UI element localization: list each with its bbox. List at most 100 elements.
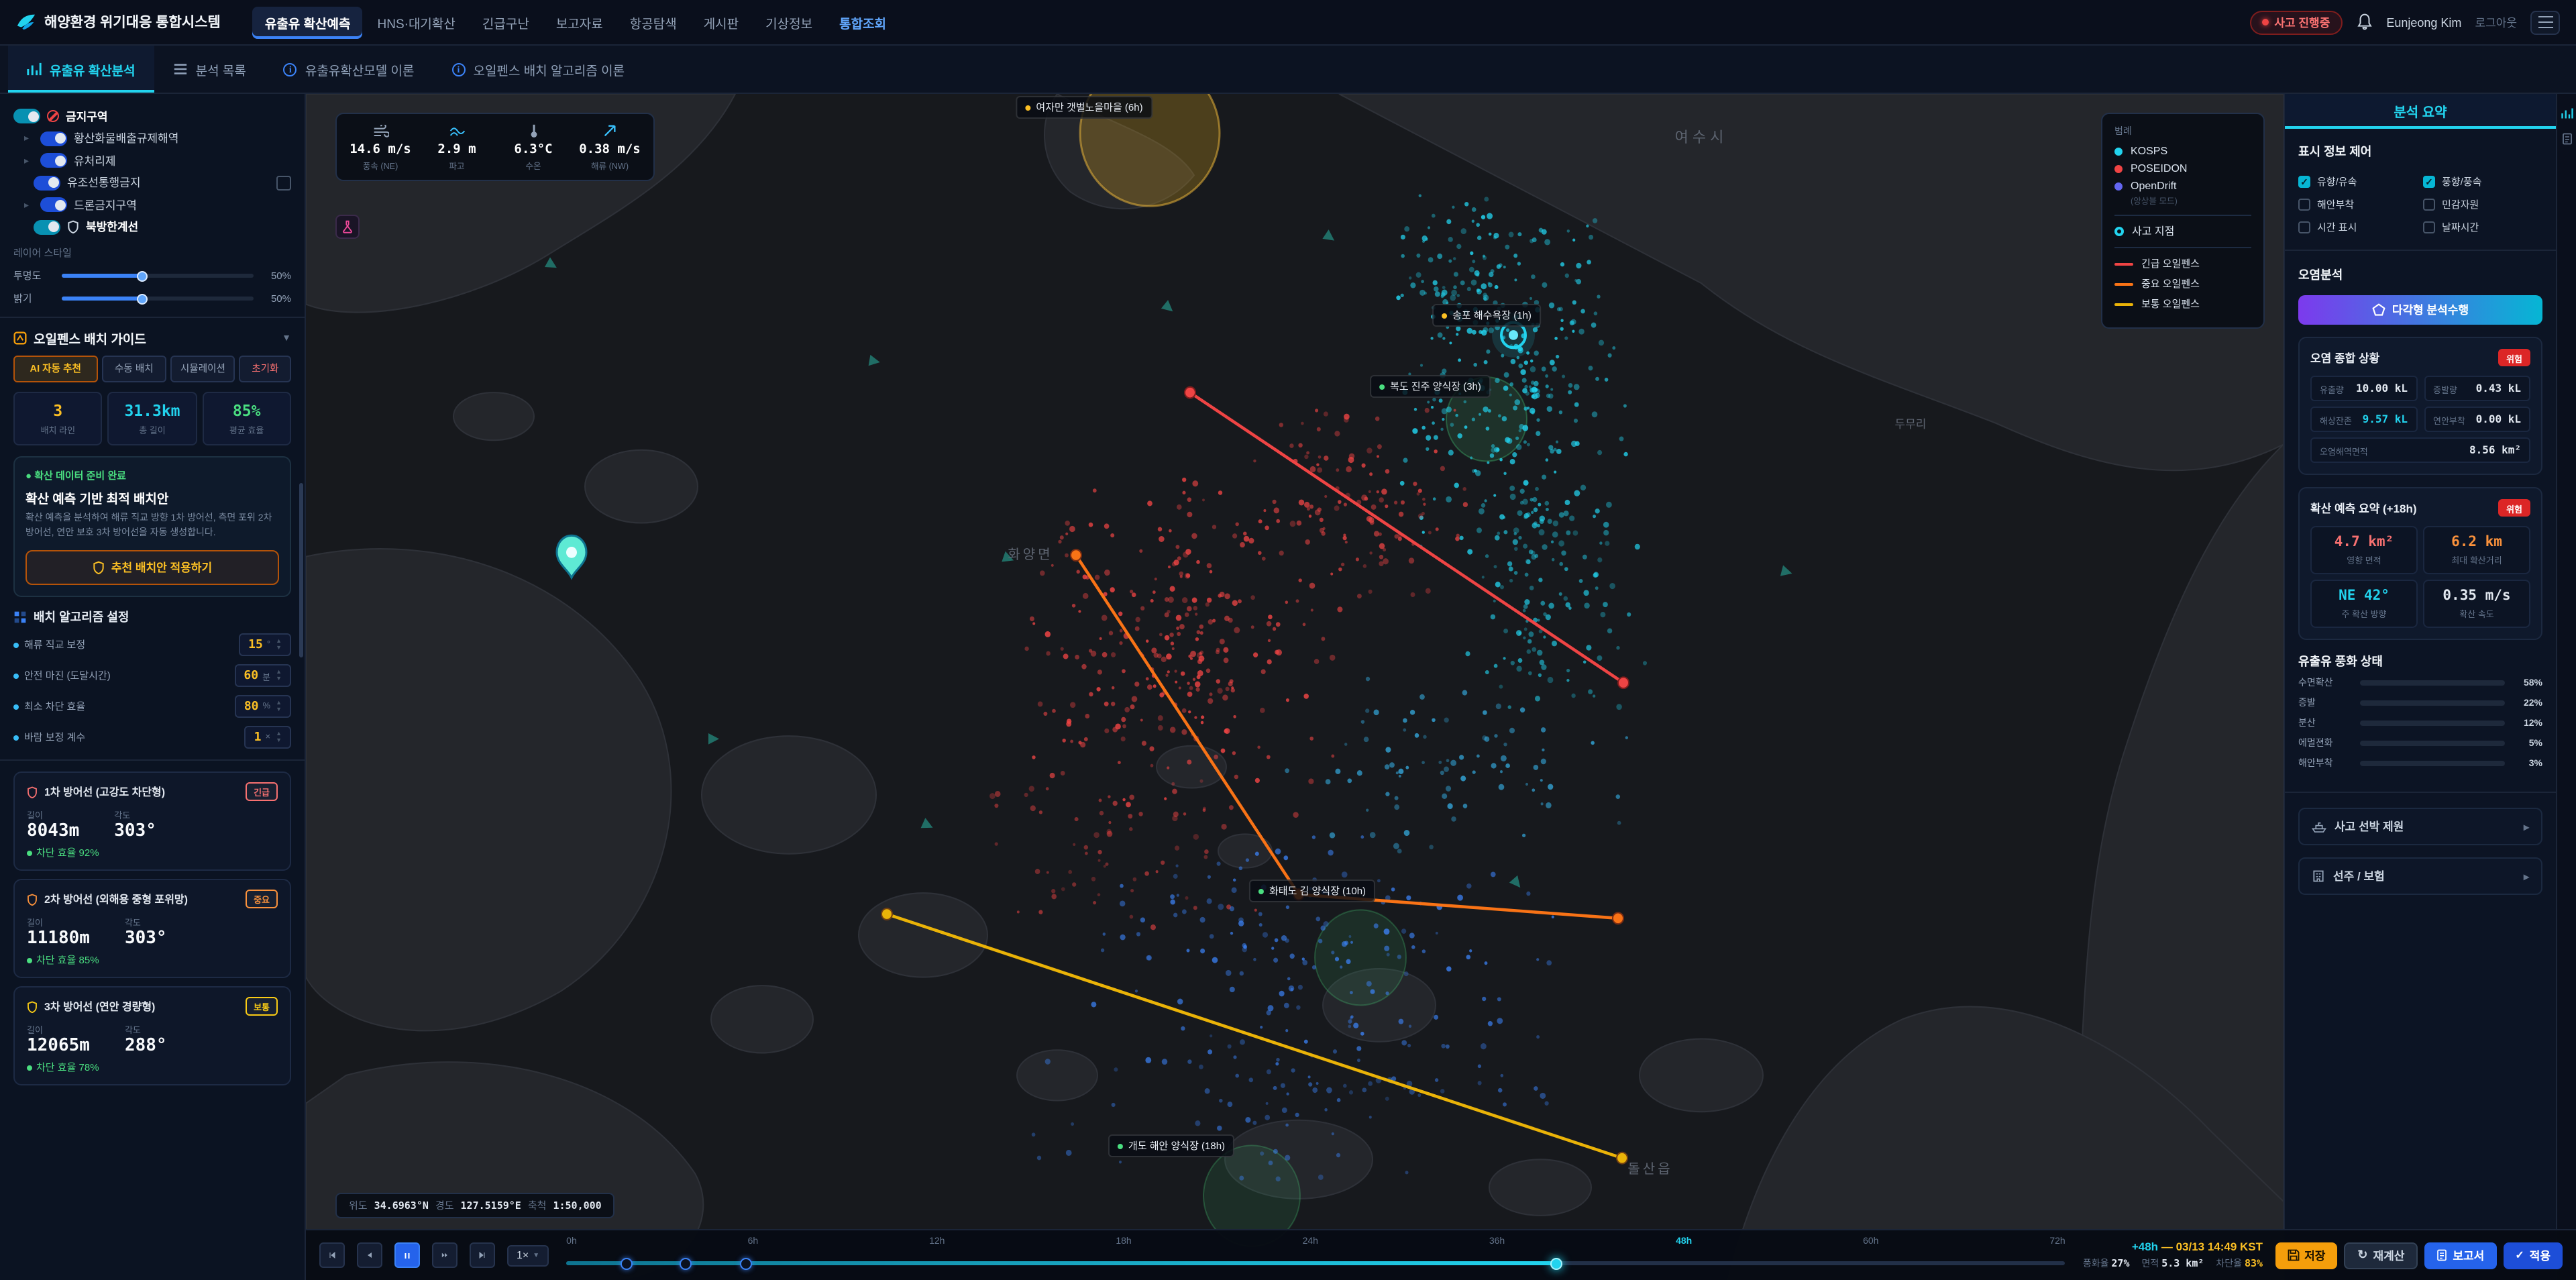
menu-board[interactable]: 게시판 [692,6,751,38]
notification-bell-icon[interactable] [2355,13,2373,31]
poi-bokdo-farm[interactable]: 복도 진주 양식장 (3h) [1370,375,1491,398]
collapse-chevron-icon[interactable]: ▼ [282,333,291,343]
polygon-analysis-button[interactable]: 다각형 분석수행 [2298,295,2542,325]
owner-insurance-section[interactable]: 선주 / 보험 ▸ [2298,857,2542,895]
left-sidebar: 금지구역 ▸ 황산화물배출규제해역 ▸ 유처리제 유조선통행금지 ▸ 드론금지구… [0,94,306,1280]
danger-badge: 위험 [2498,349,2530,366]
pause-button[interactable] [394,1242,420,1268]
menu-weather[interactable]: 기상정보 [753,6,824,38]
defense-line-card-2[interactable]: 2차 방어선 (외해용 중형 포위망) 중요 길이 11180m 각도 303°… [13,879,291,978]
stat-total-length: 31.3km 총 길이 [108,392,197,445]
map-canvas[interactable]: 14.6 m/s 풍속 (NE) 2.9 m 파고 6.3°C 수온 [306,94,2284,1280]
defense-line-card-1[interactable]: 1차 방어선 (고강도 차단형) 긴급 길이 8043m 각도 303° 차단 … [13,771,291,871]
summary-panel-tab[interactable]: 분석 요약 [2285,94,2556,129]
poi-gaedo-farm[interactable]: 개도 해안 양식장 (18h) [1108,1134,1234,1157]
option-time-display[interactable]: ✓시간 표시 [2298,220,2418,235]
safety-margin-stepper[interactable]: 60 분 ▲▼ [234,664,291,687]
wind-cell: 14.6 m/s 풍속 (NE) [342,122,419,172]
recalculate-button[interactable]: ↻ 재계산 [2344,1242,2418,1269]
option-datetime[interactable]: ✓날짜시간 [2423,220,2542,235]
option-current-vector[interactable]: ✓유향/유속 [2298,174,2418,189]
save-button[interactable]: 저장 [2275,1242,2337,1269]
sidebar-scrollbar[interactable] [299,483,303,657]
vessel-specs-section[interactable]: 사고 선박 제원 ▸ [2298,808,2542,845]
fence-deploy-marker[interactable] [621,1257,633,1269]
stepper-arrows-icon[interactable]: ▲▼ [276,639,282,651]
nll-toggle[interactable] [34,219,60,234]
wind-icon [342,122,419,140]
timeline-track-area[interactable]: 0h 6h 12h 18h 24h 36h 48h 60h 72h [566,1230,2065,1280]
dispersant-toggle[interactable] [40,153,67,168]
current-correction-stepper[interactable]: 15 ° ▲▼ [239,633,291,656]
list-icon [173,62,188,76]
temperature-cell: 6.3°C 수온 [495,122,572,172]
priority-badge: 긴급 [246,782,278,801]
fence-deploy-marker[interactable] [740,1257,752,1269]
fast-forward-button[interactable] [432,1242,458,1268]
restricted-zones-toggle[interactable] [13,109,40,123]
menu-reports[interactable]: 보고자료 [544,6,615,38]
option-sensitive-resources[interactable]: ✓민감자원 [2423,197,2542,212]
stepper-arrows-icon[interactable]: ▲▼ [276,731,282,743]
poi-yeojaman[interactable]: 여자만 갯벌노을마을 (6h) [1016,96,1152,119]
tab-model-theory[interactable]: i 유출유확산모델 이론 [265,46,433,93]
skip-end-button[interactable] [470,1242,495,1268]
zone-detail-button[interactable] [276,175,291,190]
report-button[interactable]: 보고서 [2424,1242,2496,1269]
rail-chart-icon[interactable] [2561,107,2573,119]
incident-ring-icon [2114,227,2124,236]
tab-analysis-list[interactable]: 분석 목록 [154,46,265,93]
tab-diffusion-analysis[interactable]: 유출유 확산분석 [8,46,154,93]
checkbox-icon: ✓ [2423,199,2435,211]
menu-rescue[interactable]: 긴급구난 [470,6,541,38]
tanker-ban-toggle[interactable] [34,175,60,190]
fence-guide-icon [13,331,27,345]
playback-speed-select[interactable]: 1× ▼ [507,1244,549,1266]
expand-caret-icon[interactable]: ▸ [24,155,34,166]
menu-hns[interactable]: HNS·대기확산 [366,6,468,38]
hamburger-menu-icon[interactable] [2530,10,2560,34]
option-wind-vector[interactable]: ✓풍향/풍속 [2423,174,2542,189]
shield-icon [93,561,105,574]
analysis-tabbar: 유출유 확산분석 분석 목록 i 유출유확산모델 이론 i 오일펜스 배치 알고… [0,46,2576,94]
menu-air-search[interactable]: 항공탐색 [618,6,689,38]
fence-deploy-marker[interactable] [680,1257,692,1269]
poi-hwataedo-farm[interactable]: 화태도 김 양식장 (10h) [1249,879,1375,902]
menu-oil-spill-forecast[interactable]: 유출유 확산예측 [253,6,363,38]
skip-start-button[interactable] [319,1242,345,1268]
display-options: ✓유향/유속 ✓풍향/풍속 ✓해안부착 ✓민감자원 ✓시간 표시 ✓날짜시간 [2298,174,2542,235]
expand-caret-icon[interactable]: ▸ [24,199,34,210]
min-efficiency-stepper[interactable]: 80 % ▲▼ [235,695,291,718]
sox-zone-toggle[interactable] [40,131,67,146]
dispersant-tool-button[interactable] [335,215,360,239]
user-name[interactable]: Eunjeong Kim [2386,15,2461,29]
option-shore-adhesion[interactable]: ✓해안부착 [2298,197,2418,212]
brightness-slider[interactable] [62,297,254,301]
reset-button[interactable]: 초기화 [239,356,291,382]
remaining-at-sea: 해상잔존9.57 kL [2310,407,2417,432]
opacity-slider[interactable] [62,274,254,278]
tab-boom-algorithm-theory[interactable]: i 오일펜스 배치 알고리즘 이론 [433,46,644,93]
expand-caret-icon[interactable]: ▸ [24,133,34,144]
ai-auto-recommend-button[interactable]: AI 자동 추천 [13,356,98,382]
drone-ban-toggle[interactable] [40,197,67,212]
apply-recommended-plan-button[interactable]: 추천 배치안 적용하기 [25,550,279,585]
timeline-cursor[interactable] [1550,1257,1562,1269]
manual-deploy-button[interactable]: 수동 배치 [102,356,167,382]
simulation-button[interactable]: 시뮬레이션 [170,356,235,382]
step-back-button[interactable] [357,1242,382,1268]
fence-guide-header[interactable]: 오일펜스 배치 가이드 ▼ [13,329,291,348]
danger-badge: 위험 [2498,499,2530,517]
stepper-arrows-icon[interactable]: ▲▼ [276,670,282,682]
incident-status-badge[interactable]: 사고 진행중 [2250,10,2342,34]
poi-songpo-beach[interactable]: 송포 해수욕장 (1h) [1432,304,1541,327]
wind-coefficient-stepper[interactable]: 1 × ▲▼ [245,726,291,749]
stepper-arrows-icon[interactable]: ▲▼ [276,700,282,712]
apply-button[interactable]: ✓ 적용 [2503,1242,2563,1269]
algo-row-current-correction: 해류 직교 보정 15 ° ▲▼ [13,633,291,656]
rail-doc-icon[interactable] [2561,133,2573,145]
poi-dot-icon [1025,105,1030,110]
defense-line-card-3[interactable]: 3차 방어선 (연안 경량형) 보통 길이 12065m 각도 288° 차단 … [13,986,291,1085]
menu-integrated-search[interactable]: 통합조회 [827,6,898,38]
logout-button[interactable]: 로그아웃 [2475,14,2517,30]
